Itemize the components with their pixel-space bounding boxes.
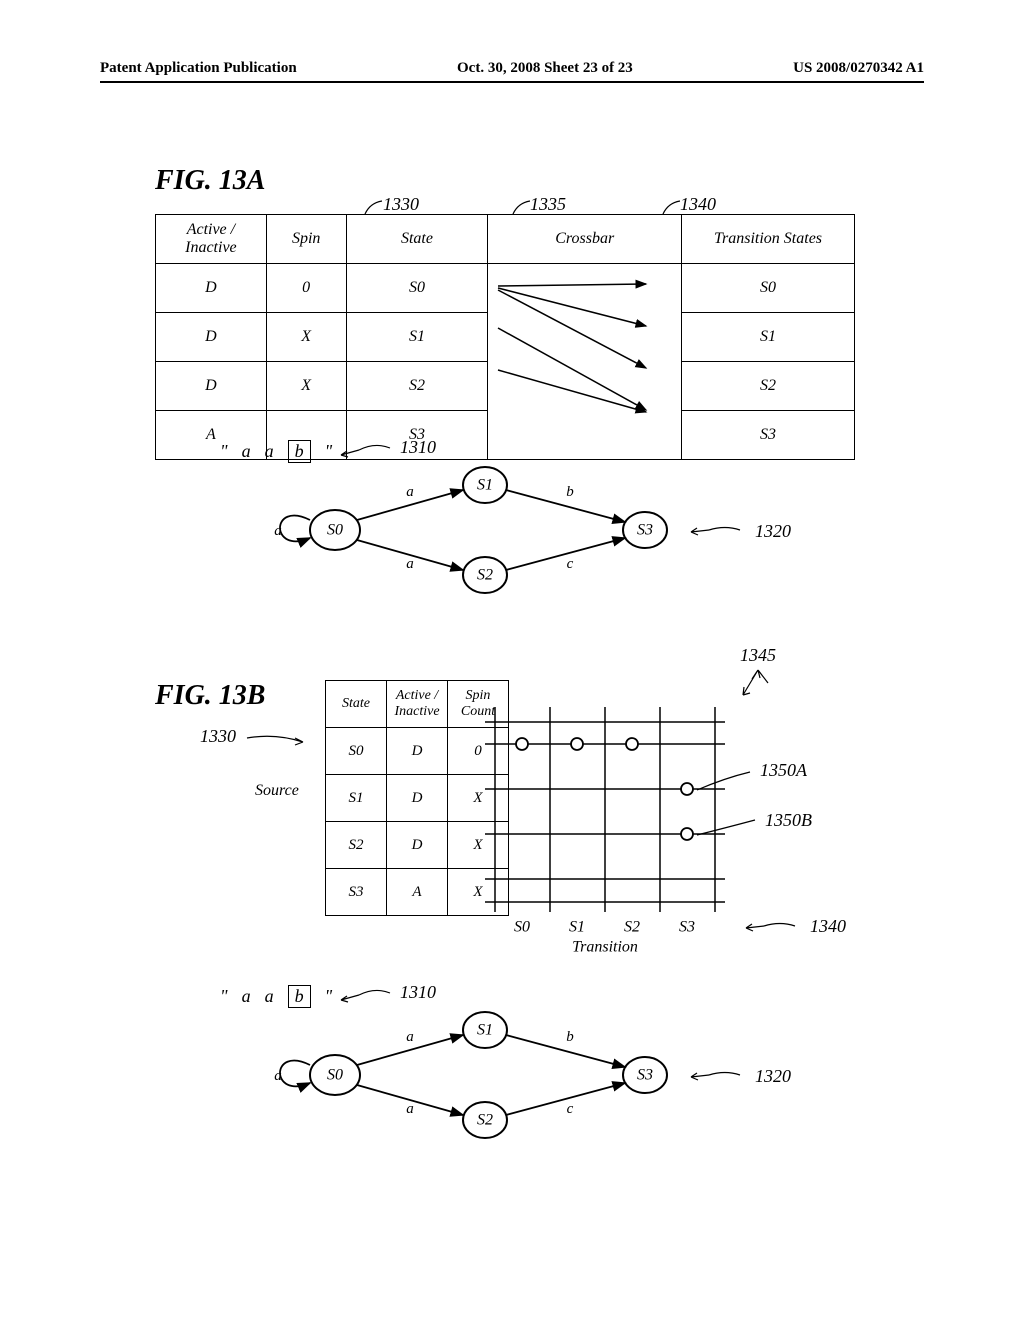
svg-text:S0: S0	[514, 919, 530, 936]
fig13b-label: FIG. 13B	[155, 680, 265, 712]
th-tstates: Transition States	[682, 215, 855, 264]
header-right: US 2008/0270342 A1	[793, 60, 924, 77]
svg-text:S0: S0	[327, 1067, 343, 1084]
table-row: S3 A X	[326, 869, 509, 916]
state-diagram-a: a S0 S1 S2 S3 a a b c	[250, 460, 750, 605]
ref-1345-leader	[738, 665, 778, 697]
source-label: Source	[255, 782, 299, 800]
svg-text:S2: S2	[477, 1112, 493, 1129]
page: Patent Application Publication Oct. 30, …	[0, 0, 1024, 1320]
ref-1330-b: 1330	[200, 726, 236, 747]
th-ai: Active / Inactive	[156, 215, 267, 264]
ref-1310-a: 1310	[400, 437, 436, 458]
svg-text:b: b	[566, 1029, 574, 1045]
th-state: State	[346, 215, 488, 264]
svg-text:S1: S1	[569, 919, 585, 936]
crossbar-cell	[488, 264, 682, 460]
th-spin: Spin	[266, 215, 346, 264]
svg-text:S0: S0	[327, 522, 343, 539]
svg-text:a: a	[274, 523, 282, 539]
ref-1340-b: 1340	[810, 916, 846, 937]
svg-text:a: a	[274, 1068, 282, 1084]
ref-1320-b: 1320	[755, 1066, 791, 1087]
svg-text:S3: S3	[679, 919, 695, 936]
ref-1345: 1345	[740, 645, 776, 666]
header-left: Patent Application Publication	[100, 60, 297, 77]
header-center: Oct. 30, 2008 Sheet 23 of 23	[457, 60, 633, 77]
th-state-b: State	[326, 681, 387, 728]
ref-1350a: 1350A	[760, 760, 807, 781]
ref-1340b-leader	[740, 916, 820, 938]
ref-1350b: 1350B	[765, 810, 812, 831]
ref-1330b-leader	[245, 730, 325, 750]
table-row: S1 D X	[326, 775, 509, 822]
svg-text:S1: S1	[477, 477, 493, 494]
th-crossbar: Crossbar	[488, 215, 682, 264]
svg-text:S3: S3	[637, 522, 653, 539]
table-row: D 0 S0 S0	[156, 264, 855, 313]
ref-1320-a: 1320	[755, 521, 791, 542]
fig13a-label: FIG. 13A	[155, 165, 265, 197]
svg-text:a: a	[406, 1101, 414, 1117]
fig13a-table: Active / Inactive Spin State Crossbar Tr…	[155, 214, 855, 460]
svg-text:S2: S2	[624, 919, 640, 936]
state-diagram-b: a S0 S1 S2 S3 a a b c	[250, 1005, 750, 1150]
svg-text:a: a	[406, 556, 414, 572]
svg-text:S2: S2	[477, 567, 493, 584]
svg-text:b: b	[566, 484, 574, 500]
svg-text:S3: S3	[637, 1067, 653, 1084]
svg-text:c: c	[567, 556, 574, 572]
svg-text:a: a	[406, 484, 414, 500]
svg-text:c: c	[567, 1101, 574, 1117]
svg-text:a: a	[406, 1029, 414, 1045]
th-ai-b: Active / Inactive	[387, 681, 448, 728]
fig13b-table: State Active / Inactive Spin Count S0 D …	[325, 680, 509, 916]
page-header: Patent Application Publication Oct. 30, …	[100, 60, 924, 83]
svg-text:Transition: Transition	[572, 939, 638, 953]
table-row: S2 D X	[326, 822, 509, 869]
crossbar-arrows-icon	[488, 264, 656, 436]
svg-text:S1: S1	[477, 1022, 493, 1039]
ref-1310-b: 1310	[400, 982, 436, 1003]
table-row: S0 D 0	[326, 728, 509, 775]
